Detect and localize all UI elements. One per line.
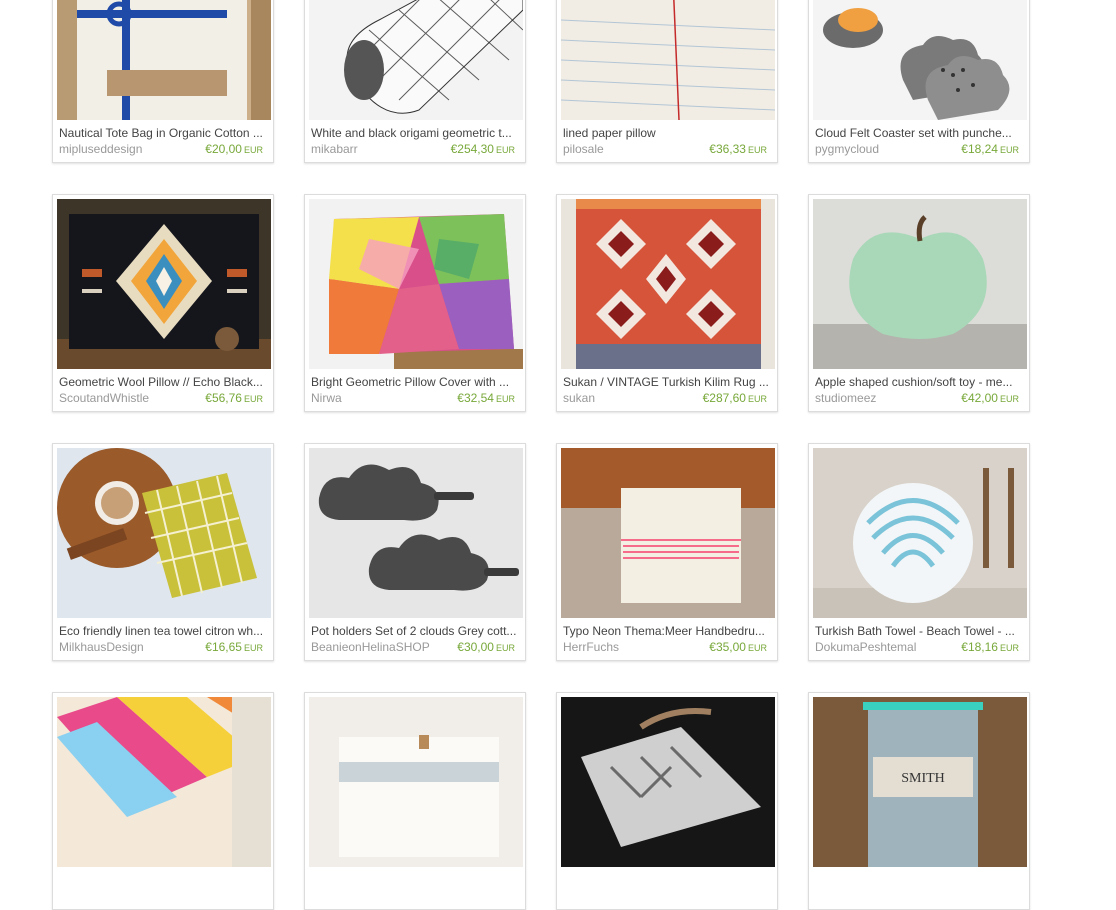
price-value: €30,00 — [457, 640, 494, 654]
price-value: €287,60 — [702, 391, 746, 405]
price-value: €35,00 — [709, 640, 746, 654]
currency-label: EUR — [999, 643, 1019, 653]
bright-pillow-image[interactable] — [309, 199, 523, 369]
product-price: €32,54 EUR — [457, 391, 515, 405]
product-title[interactable]: Apple shaped cushion/soft toy - me... — [815, 375, 1023, 389]
paper-pillow-image[interactable] — [561, 0, 775, 120]
product-card[interactable]: Bright Geometric Pillow Cover with ... N… — [304, 194, 526, 412]
product-card[interactable]: White and black origami geometric t... m… — [304, 0, 526, 163]
currency-label: EUR — [999, 394, 1019, 404]
product-price: €30,00 EUR — [457, 640, 515, 654]
shop-name[interactable]: pilosale — [563, 142, 604, 156]
product-card[interactable]: lined paper pillow pilosale €36,33 EUR — [556, 0, 778, 163]
typo-pillow-image[interactable] — [561, 448, 775, 618]
product-title[interactable]: White and black origami geometric t... — [311, 126, 519, 140]
currency-label: EUR — [999, 145, 1019, 155]
shop-name[interactable]: ScoutandWhistle — [59, 391, 149, 405]
product-price — [261, 889, 263, 903]
product-price — [765, 889, 767, 903]
tea-towel-image[interactable] — [57, 448, 271, 618]
shop-name[interactable]: pygmycloud — [815, 142, 879, 156]
product-card[interactable]: Cloud Felt Coaster set with punche... py… — [808, 0, 1030, 163]
felt-coaster-image[interactable] — [813, 0, 1027, 120]
bath-towel-image[interactable] — [813, 448, 1027, 618]
product-title[interactable]: Pot holders Set of 2 clouds Grey cott... — [311, 624, 519, 638]
product-title[interactable]: Geometric Wool Pillow // Echo Black... — [59, 375, 267, 389]
product-title[interactable]: Bright Geometric Pillow Cover with ... — [311, 375, 519, 389]
product-price: €254,30 EUR — [451, 142, 515, 156]
shop-name[interactable]: studiomeez — [815, 391, 876, 405]
price-value: €20,00 — [205, 142, 242, 156]
product-title[interactable]: Nautical Tote Bag in Organic Cotton ... — [59, 126, 267, 140]
shop-name[interactable]: sukan — [563, 391, 595, 405]
currency-label: EUR — [243, 643, 263, 653]
product-card[interactable]: Turkish Bath Towel - Beach Towel - ... D… — [808, 443, 1030, 661]
product-price: €287,60 EUR — [703, 391, 767, 405]
product-price — [513, 889, 515, 903]
colorful-fabric-image[interactable] — [57, 697, 271, 867]
product-card[interactable]: Pot holders Set of 2 clouds Grey cott...… — [304, 443, 526, 661]
currency-label: EUR — [495, 394, 515, 404]
shop-name[interactable]: DokumaPeshtemal — [815, 640, 916, 654]
product-price: €35,00 EUR — [709, 640, 767, 654]
price-value: €42,00 — [961, 391, 998, 405]
pot-holders-image[interactable] — [309, 448, 523, 618]
product-title[interactable]: Sukan / VINTAGE Turkish Kilim Rug ... — [563, 375, 771, 389]
product-card[interactable] — [52, 692, 274, 910]
shop-name[interactable]: mikabarr — [311, 142, 358, 156]
product-price: €20,00 EUR — [205, 142, 263, 156]
product-title[interactable]: Eco friendly linen tea towel citron wh..… — [59, 624, 267, 638]
product-card[interactable]: Apple shaped cushion/soft toy - me... st… — [808, 194, 1030, 412]
currency-label: EUR — [495, 145, 515, 155]
product-card[interactable]: Geometric Wool Pillow // Echo Black... S… — [52, 194, 274, 412]
product-card[interactable]: Typo Neon Thema:Meer Handbedru... HerrFu… — [556, 443, 778, 661]
wool-pillow-image[interactable] — [57, 199, 271, 369]
product-price — [1017, 889, 1019, 903]
shop-name[interactable]: mipluseddesign — [59, 142, 142, 156]
currency-label: EUR — [243, 394, 263, 404]
shop-name[interactable]: BeanieonHelinaSHOP — [311, 640, 430, 654]
shop-name[interactable]: MilkhausDesign — [59, 640, 144, 654]
price-value: €254,30 — [450, 142, 494, 156]
shop-name[interactable]: HerrFuchs — [563, 640, 619, 654]
product-card[interactable]: Nautical Tote Bag in Organic Cotton ... … — [52, 0, 274, 163]
product-price: €18,24 EUR — [961, 142, 1019, 156]
currency-label: EUR — [747, 394, 767, 404]
price-value: €18,24 — [961, 142, 998, 156]
currency-label: EUR — [747, 643, 767, 653]
product-title[interactable]: Turkish Bath Towel - Beach Towel - ... — [815, 624, 1023, 638]
product-title[interactable]: Typo Neon Thema:Meer Handbedru... — [563, 624, 771, 638]
product-card[interactable]: Eco friendly linen tea towel citron wh..… — [52, 443, 274, 661]
product-card[interactable]: Sukan / VINTAGE Turkish Kilim Rug ... su… — [556, 194, 778, 412]
price-value: €32,54 — [457, 391, 494, 405]
currency-label: EUR — [243, 145, 263, 155]
currency-label: EUR — [495, 643, 515, 653]
product-price: €42,00 EUR — [961, 391, 1019, 405]
origami-roll-image[interactable] — [309, 0, 523, 120]
product-card[interactable] — [556, 692, 778, 910]
shop-name[interactable]: Nirwa — [311, 391, 342, 405]
product-title[interactable]: Cloud Felt Coaster set with punche... — [815, 126, 1023, 140]
herringbone-image[interactable] — [561, 697, 775, 867]
white-pillow-image[interactable] — [309, 697, 523, 867]
product-card[interactable]: SMITH — [808, 692, 1030, 910]
product-price: €36,33 EUR — [709, 142, 767, 156]
smith-towel-image[interactable]: SMITH — [813, 697, 1027, 867]
currency-label: EUR — [747, 145, 767, 155]
product-price: €56,76 EUR — [205, 391, 263, 405]
product-title[interactable]: lined paper pillow — [563, 126, 771, 140]
product-price: €18,16 EUR — [961, 640, 1019, 654]
smith-tag-text: SMITH — [901, 771, 945, 786]
product-price: €16,65 EUR — [205, 640, 263, 654]
kilim-rug-image[interactable] — [561, 199, 775, 369]
price-value: €56,76 — [205, 391, 242, 405]
price-value: €16,65 — [205, 640, 242, 654]
product-card[interactable] — [304, 692, 526, 910]
price-value: €36,33 — [709, 142, 746, 156]
apple-cushion-image[interactable] — [813, 199, 1027, 369]
tote-bag-image[interactable] — [57, 0, 271, 120]
price-value: €18,16 — [961, 640, 998, 654]
